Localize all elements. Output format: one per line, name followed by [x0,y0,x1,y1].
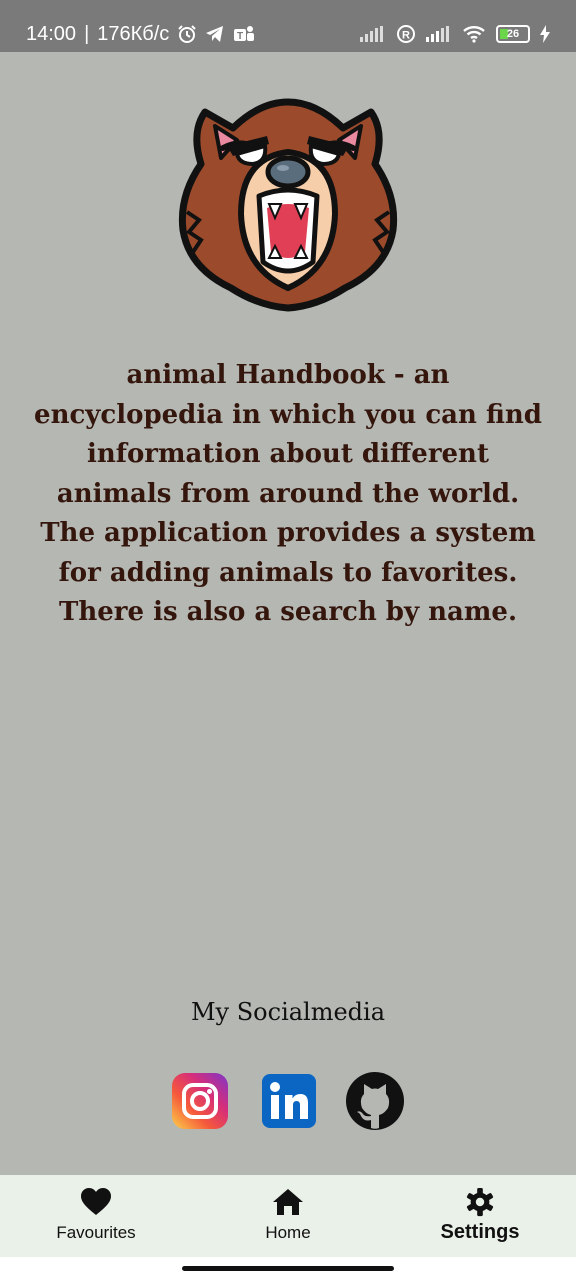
signal-icon [426,26,452,42]
registered-icon: R [396,24,416,44]
battery-level: 26 [506,28,520,40]
signal-icon [360,26,386,42]
app-description: animal Handbook - an encyclopedia in whi… [34,360,542,627]
status-time: 14:00 [26,23,77,45]
linkedin-link[interactable] [260,1072,318,1130]
bear-head-icon [175,92,401,316]
gear-icon [466,1187,494,1217]
github-link[interactable] [346,1072,404,1130]
nav-item-settings[interactable]: Settings [384,1175,576,1257]
teams-icon: T [233,24,255,44]
status-right: R 26 [360,24,550,44]
nav-label-settings: Settings [440,1221,520,1243]
bottom-nav: Favourites Home Settings [0,1175,576,1257]
nav-item-home[interactable]: Home [192,1175,384,1257]
svg-text:T: T [237,31,243,42]
social-links [0,1072,576,1130]
linkedin-icon [262,1074,316,1128]
status-bar: 14:00 | 176Кб/c T R 26 [0,0,576,52]
svg-text:R: R [402,30,410,42]
instagram-icon [172,1073,228,1129]
status-left: 14:00 | 176Кб/c T [26,24,255,44]
alarm-icon [177,24,197,44]
home-indicator[interactable] [182,1266,394,1271]
github-icon [346,1072,404,1130]
telegram-icon [205,25,225,43]
home-icon [273,1189,303,1215]
network-speed: 176Кб/c [97,23,170,45]
social-title: My Socialmedia [190,998,386,1026]
nav-label-home: Home [265,1223,311,1242]
nav-item-favourites[interactable]: Favourites [0,1175,192,1257]
nav-label-favourites: Favourites [56,1223,136,1242]
charging-icon [540,25,550,43]
battery-icon: 26 [496,25,530,43]
status-separator: | [84,23,90,45]
instagram-link[interactable] [171,1072,229,1130]
system-nav-bar [0,1257,576,1280]
wifi-icon [462,25,486,43]
heart-icon [81,1188,111,1215]
